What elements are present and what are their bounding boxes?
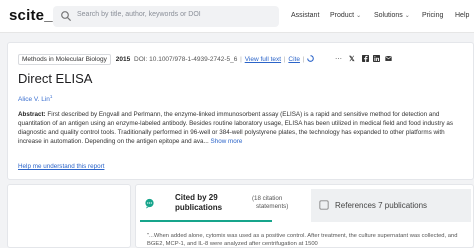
top-navbar: scite_ Search by title, author, keywords… (0, 0, 474, 33)
publication-year: 2015 (115, 56, 131, 63)
linkedin-icon[interactable] (373, 55, 380, 62)
nav-pricing[interactable]: Pricing (422, 12, 443, 19)
loading-spinner-icon (307, 55, 315, 62)
more-icon[interactable]: ⋯ (335, 55, 342, 63)
left-panel-card (7, 184, 131, 248)
chat-bubble-icon (145, 198, 154, 209)
nav-product-label: Product (330, 12, 355, 19)
email-icon[interactable] (385, 55, 392, 62)
paper-meta-row: Methods in Molecular Biology 2015 DOI: 1… (18, 54, 315, 66)
tab-cited-by[interactable]: Cited by 29 publications (18 citation st… (140, 189, 288, 222)
abstract-label: Abstract: (18, 111, 46, 118)
references-label: References 7 publications (335, 201, 428, 210)
cite-link[interactable]: Cite (288, 56, 300, 63)
divider: | (240, 56, 242, 63)
divider: | (283, 56, 286, 63)
search-icon (61, 11, 71, 21)
nav-product[interactable]: Product ⌄ (330, 12, 361, 19)
nav-solutions[interactable]: Solutions ⌄ (374, 12, 410, 19)
citation-statements-line-1: (18 citation (252, 195, 283, 202)
show-more-link[interactable]: Show more (211, 138, 243, 145)
citation-statements-line-2: statements) (256, 203, 289, 210)
view-full-text-link[interactable]: View full text (245, 56, 281, 63)
citation-statements-count: (18 citation statements) (252, 195, 288, 211)
doi-text[interactable]: DOI: 10.1007/978-1-4939-2742-5_6 (134, 56, 237, 63)
nav-solutions-label: Solutions (374, 12, 403, 19)
author-label: Alice V. Lin (18, 96, 50, 104)
facebook-icon[interactable] (362, 55, 369, 62)
search-input[interactable]: Search by title, author, keywords or DOI (77, 11, 201, 18)
chevron-down-icon: ⌄ (404, 13, 410, 19)
chevron-down-icon: ⌄ (356, 13, 362, 19)
twitter-icon[interactable]: 𝕏 (349, 55, 355, 63)
references-icon (319, 200, 329, 210)
citation-excerpt: "...When added alone, cytomix was used a… (147, 233, 458, 247)
author-affiliation-marker: 1 (49, 94, 53, 99)
divider: | (302, 56, 305, 63)
abstract: Abstract: First described by Engvall and… (18, 110, 458, 146)
journal-badge[interactable]: Methods in Molecular Biology (18, 54, 111, 65)
cited-by-line-2: publications (175, 203, 223, 212)
help-understand-link[interactable]: Help me understand this report (18, 163, 104, 170)
scite-logo[interactable]: scite_ (9, 7, 53, 24)
tab-references[interactable]: References 7 publications (311, 189, 471, 222)
cited-by-count: Cited by 29 publications (175, 193, 222, 213)
paper-title: Direct ELISA (18, 71, 93, 86)
nav-help[interactable]: Help (455, 12, 469, 19)
cited-by-line-1: Cited by 29 (175, 193, 218, 202)
search-box[interactable]: Search by title, author, keywords or DOI (53, 6, 279, 27)
nav-assistant[interactable]: Assistant (291, 12, 319, 19)
author-name[interactable]: Alice V. Lin1 (18, 94, 52, 103)
